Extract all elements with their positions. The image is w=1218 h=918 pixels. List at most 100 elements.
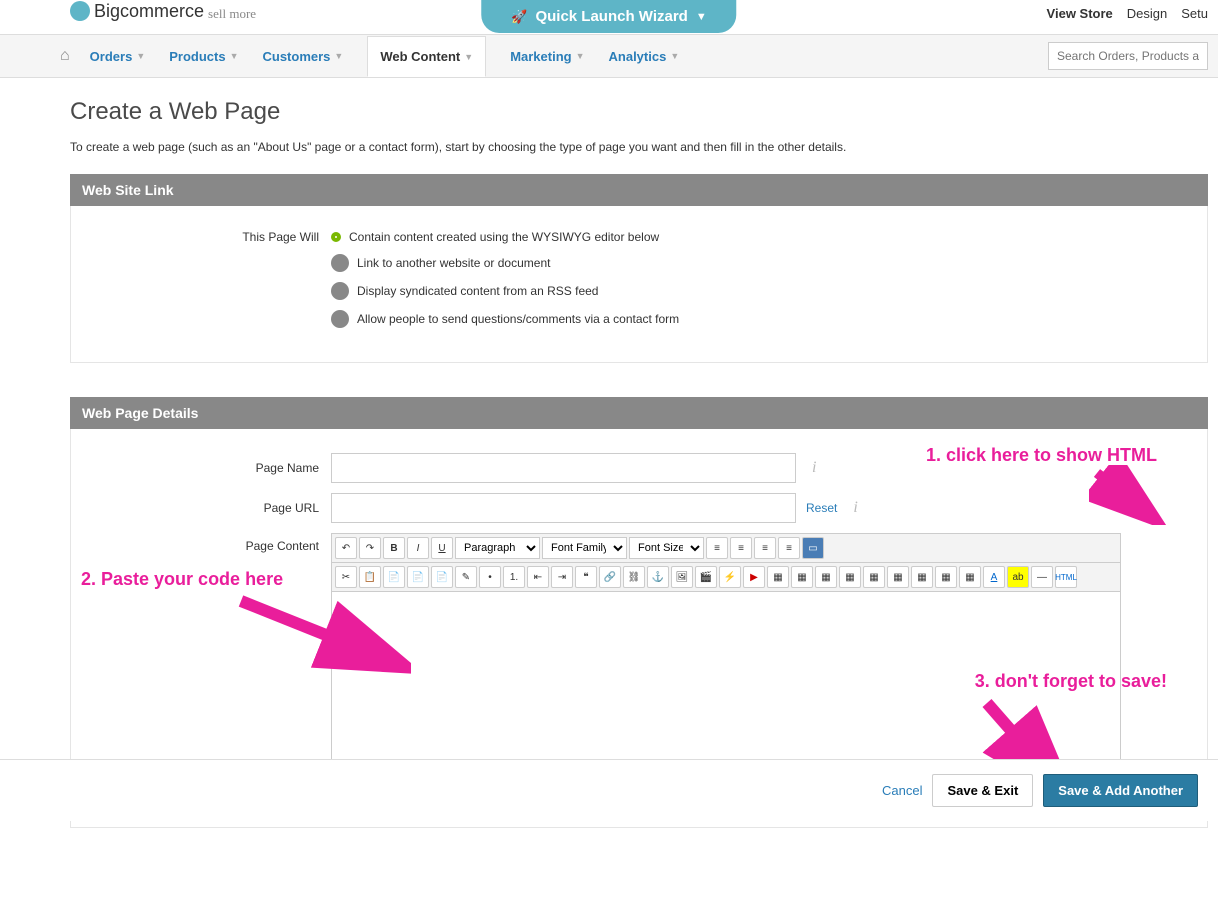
italic-icon[interactable]: I: [407, 537, 429, 559]
align-left-icon[interactable]: ≡: [706, 537, 728, 559]
editor-toolbar-row1: ↶ ↷ B I U Paragraph Font Family Font Siz…: [332, 534, 1120, 563]
hr-icon[interactable]: —: [1031, 566, 1053, 588]
design-link[interactable]: Design: [1127, 6, 1167, 21]
nav-marketing[interactable]: Marketing▼: [510, 49, 584, 64]
section1-body: This Page Will Contain content created u…: [70, 206, 1208, 363]
page-name-label: Page Name: [91, 461, 331, 475]
underline-icon[interactable]: U: [431, 537, 453, 559]
section2-header: Web Page Details: [70, 397, 1208, 429]
radio-option-2[interactable]: [331, 254, 349, 272]
main-nav: ⌂ Orders▼ Products▼ Customers▼ Web Conte…: [0, 34, 1218, 78]
anchor-icon[interactable]: ⚓: [647, 566, 669, 588]
number-list-icon[interactable]: 1.: [503, 566, 525, 588]
nav-web-content[interactable]: Web Content▼: [367, 36, 486, 77]
bullet-list-icon[interactable]: •: [479, 566, 501, 588]
delete-col-icon[interactable]: ▦: [911, 566, 933, 588]
table-icon[interactable]: ▦: [767, 566, 789, 588]
save-exit-button[interactable]: Save & Exit: [932, 774, 1033, 807]
split-cell-icon[interactable]: ▦: [935, 566, 957, 588]
nav-customers[interactable]: Customers▼: [263, 49, 344, 64]
info-icon[interactable]: i: [853, 499, 857, 517]
chevron-down-icon: ▼: [464, 52, 473, 62]
chevron-down-icon: ▼: [696, 11, 707, 23]
page-name-input[interactable]: [331, 453, 796, 483]
radio-option-1[interactable]: [331, 232, 341, 242]
redo-icon[interactable]: ↷: [359, 537, 381, 559]
chevron-down-icon: ▼: [230, 51, 239, 61]
youtube-icon[interactable]: ▶: [743, 566, 765, 588]
view-store-link[interactable]: View Store: [1047, 6, 1113, 21]
wysiwyg-editor: ↶ ↷ B I U Paragraph Font Family Font Siz…: [331, 533, 1121, 793]
fullscreen-icon[interactable]: ▭: [802, 537, 824, 559]
page-intro: To create a web page (such as an "About …: [70, 140, 1208, 154]
nav-orders[interactable]: Orders▼: [90, 49, 146, 64]
copy-icon[interactable]: 📋: [359, 566, 381, 588]
editor-toolbar-row2: ✂ 📋 📄 📄 📄 ✎ • 1. ⇤ ⇥ ❝ 🔗 ⛓ ⚓ 🖼 🎬: [332, 563, 1120, 592]
quote-icon[interactable]: ❝: [575, 566, 597, 588]
link-icon[interactable]: 🔗: [599, 566, 621, 588]
merge-cell-icon[interactable]: ▦: [959, 566, 981, 588]
indent-icon[interactable]: ⇥: [551, 566, 573, 588]
image-icon[interactable]: 🖼: [671, 566, 693, 588]
section1-header: Web Site Link: [70, 174, 1208, 206]
insert-col-icon[interactable]: ▦: [887, 566, 909, 588]
nav-products[interactable]: Products▼: [169, 49, 238, 64]
unlink-icon[interactable]: ⛓: [623, 566, 645, 588]
radio-option-3[interactable]: [331, 282, 349, 300]
settings-link[interactable]: Setu: [1181, 6, 1208, 21]
logo-icon: [70, 1, 90, 21]
save-add-another-button[interactable]: Save & Add Another: [1043, 774, 1198, 807]
chevron-down-icon: ▼: [334, 51, 343, 61]
page-url-label: Page URL: [91, 501, 331, 515]
undo-icon[interactable]: ↶: [335, 537, 357, 559]
page-url-input[interactable]: [331, 493, 796, 523]
align-justify-icon[interactable]: ≡: [778, 537, 800, 559]
radio-option-4[interactable]: [331, 310, 349, 328]
wizard-label: Quick Launch Wizard: [535, 8, 687, 25]
html-source-button[interactable]: HTML: [1055, 566, 1077, 588]
delete-row-icon[interactable]: ▦: [863, 566, 885, 588]
home-icon[interactable]: ⌂: [60, 47, 70, 65]
text-color-icon[interactable]: A: [983, 566, 1005, 588]
media-icon[interactable]: 🎬: [695, 566, 717, 588]
chevron-down-icon: ▼: [670, 51, 679, 61]
cell-props-icon[interactable]: ▦: [815, 566, 837, 588]
radio-label-2: Link to another website or document: [357, 256, 550, 270]
page-content-label: Page Content: [91, 533, 331, 553]
flash-icon[interactable]: ⚡: [719, 566, 741, 588]
paragraph-select[interactable]: Paragraph: [455, 537, 540, 559]
highlight-icon[interactable]: ab: [1007, 566, 1029, 588]
align-center-icon[interactable]: ≡: [730, 537, 752, 559]
rocket-icon: 🚀: [511, 9, 527, 25]
insert-row-icon[interactable]: ▦: [839, 566, 861, 588]
paste-word-icon[interactable]: 📄: [431, 566, 453, 588]
quick-launch-wizard[interactable]: 🚀 Quick Launch Wizard ▼: [481, 0, 736, 33]
nav-search: [1048, 42, 1208, 70]
remove-format-icon[interactable]: ✎: [455, 566, 477, 588]
info-icon[interactable]: i: [812, 459, 816, 477]
radio-label-1: Contain content created using the WYSIWY…: [349, 230, 659, 244]
cut-icon[interactable]: ✂: [335, 566, 357, 588]
paste-icon[interactable]: 📄: [383, 566, 405, 588]
page-title: Create a Web Page: [70, 98, 1208, 126]
brand-name: Bigcommerce: [94, 1, 204, 22]
font-family-select[interactable]: Font Family: [542, 537, 627, 559]
align-right-icon[interactable]: ≡: [754, 537, 776, 559]
reset-link[interactable]: Reset: [806, 501, 837, 515]
radio-label-3: Display syndicated content from an RSS f…: [357, 284, 598, 298]
brand-tagline: sell more: [208, 6, 256, 22]
chevron-down-icon: ▼: [576, 51, 585, 61]
font-size-select[interactable]: Font Size: [629, 537, 704, 559]
paste-text-icon[interactable]: 📄: [407, 566, 429, 588]
chevron-down-icon: ▼: [136, 51, 145, 61]
nav-analytics[interactable]: Analytics▼: [609, 49, 680, 64]
bold-icon[interactable]: B: [383, 537, 405, 559]
footer-bar: Cancel Save & Exit Save & Add Another: [0, 759, 1218, 821]
row-props-icon[interactable]: ▦: [791, 566, 813, 588]
radio-label-4: Allow people to send questions/comments …: [357, 312, 679, 326]
top-bar: Bigcommerce sell more 🚀 Quick Launch Wiz…: [0, 0, 1218, 34]
cancel-button[interactable]: Cancel: [882, 783, 922, 798]
outdent-icon[interactable]: ⇤: [527, 566, 549, 588]
search-input[interactable]: [1048, 42, 1208, 70]
this-page-will-label: This Page Will: [91, 230, 331, 244]
